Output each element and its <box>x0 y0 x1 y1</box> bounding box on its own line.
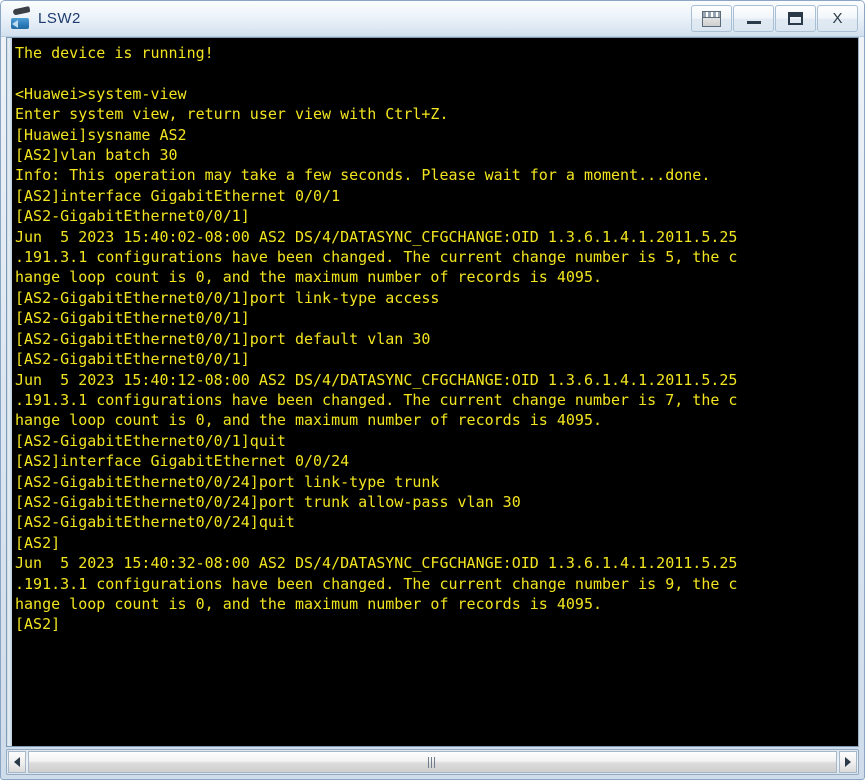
terminal-line: Jun 5 2023 15:40:32-08:00 AS2 DS/4/DATAS… <box>15 554 738 573</box>
terminal-line: [AS2-GigabitEthernet0/0/1]quit <box>15 431 286 450</box>
maximize-icon <box>788 12 803 25</box>
terminal-line: [AS2-GigabitEthernet0/0/24]quit <box>15 513 295 532</box>
terminal-line: [AS2] <box>15 533 61 552</box>
panel-icon <box>702 10 721 27</box>
client-area: The device is running! <Huawei>system-vi… <box>1 37 864 779</box>
close-icon: X <box>832 10 843 27</box>
terminal-line: [AS2] <box>15 615 61 634</box>
terminal-line: Jun 5 2023 15:40:12-08:00 AS2 DS/4/DATAS… <box>15 370 738 389</box>
terminal-line: .191.3.1 configurations have been change… <box>15 248 738 267</box>
terminal-line: [AS2-GigabitEthernet0/0/1] <box>15 309 250 328</box>
terminal-window: LSW2 X The device is running! <Huawei>sy… <box>0 0 865 780</box>
minimize-button[interactable] <box>733 5 774 32</box>
horizontal-scrollbar[interactable] <box>6 749 859 775</box>
terminal-line: Info: This operation may take a few seco… <box>15 166 711 185</box>
terminal-line: .191.3.1 configurations have been change… <box>15 574 738 593</box>
title-bar[interactable]: LSW2 X <box>1 1 864 37</box>
terminal-line: .191.3.1 configurations have been change… <box>15 390 738 409</box>
terminal-line: [AS2-GigabitEthernet0/0/1]port link-type… <box>15 288 440 307</box>
terminal-line: Enter system view, return user view with… <box>15 105 449 124</box>
terminal-line: [AS2-GigabitEthernet0/0/1] <box>15 207 250 226</box>
arrow-right-icon <box>845 757 851 767</box>
terminal-line: hange loop count is 0, and the maximum n… <box>15 594 602 613</box>
terminal-line: [Huawei]sysname AS2 <box>15 125 187 144</box>
terminal-line: [AS2-GigabitEthernet0/0/1] <box>15 350 250 369</box>
grip-icon <box>428 756 437 768</box>
scrollbar-track[interactable] <box>28 751 837 773</box>
terminal-line: [AS2-GigabitEthernet0/0/24]port link-typ… <box>15 472 440 491</box>
minimize-icon <box>746 21 761 24</box>
scroll-left-button[interactable] <box>8 751 26 773</box>
terminal-line: Jun 5 2023 15:40:02-08:00 AS2 DS/4/DATAS… <box>15 227 738 246</box>
switch-icon <box>10 6 32 30</box>
window-title: LSW2 <box>38 10 81 27</box>
terminal-line: hange loop count is 0, and the maximum n… <box>15 411 602 430</box>
scroll-right-button[interactable] <box>839 751 857 773</box>
terminal-line: [AS2-GigabitEthernet0/0/24]port trunk al… <box>15 492 521 511</box>
maximize-button[interactable] <box>775 5 816 32</box>
terminal-line: [AS2-GigabitEthernet0/0/1]port default v… <box>15 329 431 348</box>
terminal-line: [AS2]vlan batch 30 <box>15 146 178 165</box>
close-button[interactable]: X <box>817 5 858 32</box>
arrow-left-icon <box>14 757 20 767</box>
terminal-output[interactable]: The device is running! <Huawei>system-vi… <box>13 38 858 746</box>
window-controls: X <box>690 4 858 33</box>
scrollbar-thumb[interactable] <box>28 751 837 773</box>
terminal-line: [AS2]interface GigabitEthernet 0/0/1 <box>15 186 341 205</box>
terminal-line: [AS2]interface GigabitEthernet 0/0/24 <box>15 452 350 471</box>
terminal-line: <Huawei>system-view <box>15 84 187 103</box>
terminal-line: hange loop count is 0, and the maximum n… <box>15 268 602 287</box>
terminal-frame: The device is running! <Huawei>system-vi… <box>6 37 859 747</box>
terminal-line: The device is running! <box>15 44 214 62</box>
panel-button[interactable] <box>691 5 732 32</box>
